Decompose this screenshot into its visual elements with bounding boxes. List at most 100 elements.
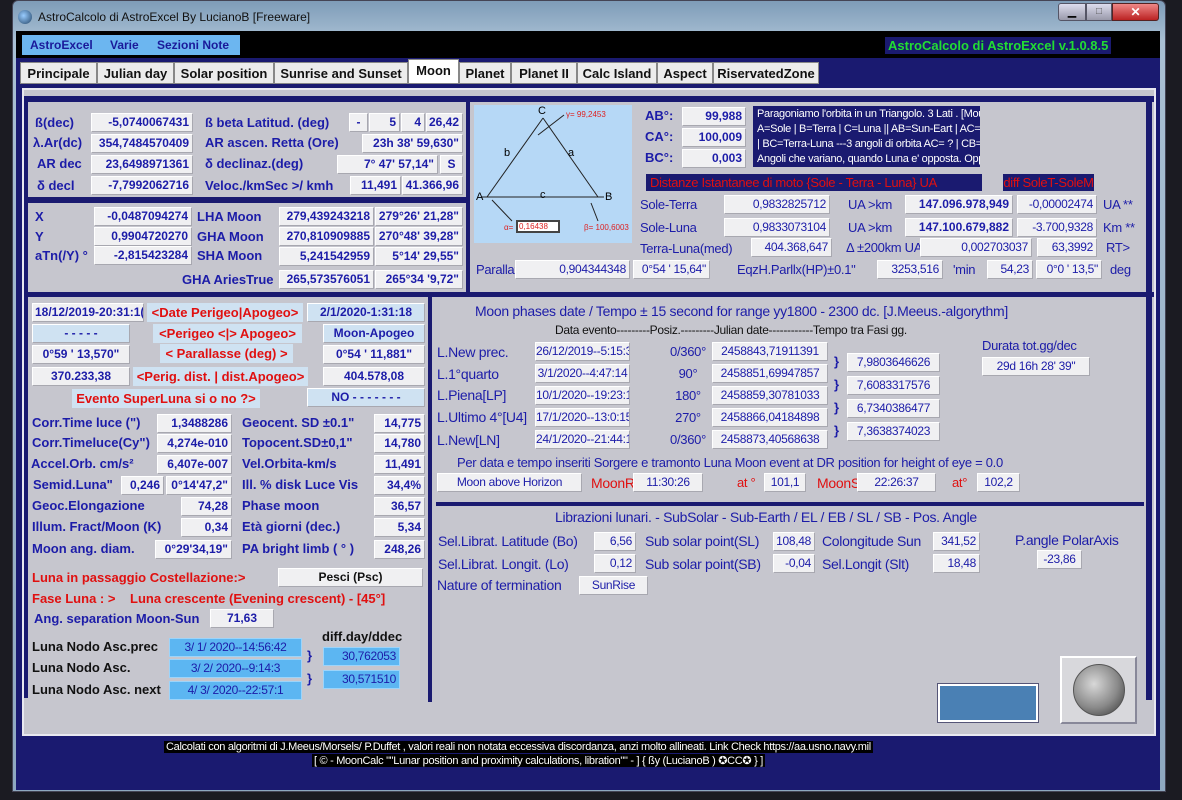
close-button[interactable]: ✕ — [1112, 3, 1159, 21]
triangle-note: Paragoniamo l'orbita in un Triangolo. 3 … — [753, 106, 980, 167]
label-phase-moon: Phase moon — [242, 498, 320, 513]
gamma-value: γ= 99,2453 — [566, 110, 606, 119]
note-line: Paragoniamo l'orbita in un Triangolo. 3 … — [757, 108, 980, 120]
phase-julian-date: 2458866,04184898 — [712, 408, 828, 427]
menu-varie[interactable]: Varie — [110, 38, 139, 52]
label-sub-solar-sb: Sub solar point(SB) — [645, 556, 761, 572]
illum-fract-value: 0,34 — [181, 518, 232, 537]
tab-solar-position[interactable]: Solar position — [174, 62, 274, 84]
phase-date: 10/1/2020--19:23:14 — [535, 386, 630, 405]
sel-longit-value: 18,48 — [933, 554, 980, 573]
side-c-label: c — [540, 189, 546, 201]
diff-km: -3.700,9328 — [1017, 218, 1097, 237]
sub-solar-sb-value: -0,04 — [773, 554, 815, 573]
label-librat-longitude: Sel.Librat. Longit. (Lo) — [438, 556, 569, 572]
eqz-min-value: 54,23 — [987, 260, 1033, 279]
phase-julian-date: 2458851,69947857 — [712, 364, 828, 383]
parallax-dms: 0°54 ' 15,64" — [633, 260, 710, 279]
label-lambda-ar: λ.Ar(dc) — [33, 135, 83, 150]
rt-label: RT> — [1106, 240, 1130, 255]
divider — [1146, 100, 1152, 700]
ca-value: 100,009 — [682, 128, 746, 147]
label-pangle-polar: P.angle PolarAxis — [1015, 532, 1119, 548]
pangle-polar-value: -23,86 — [1037, 550, 1082, 569]
blue-button[interactable] — [937, 683, 1039, 723]
label-accel-orb: Accel.Orb. cm/s² — [31, 456, 134, 471]
label-sole-terra: Sole-Terra — [640, 197, 697, 212]
label-sel-longit: Sel.Longit (Slt) — [822, 556, 910, 572]
ua-unit: UA ** — [1103, 197, 1133, 212]
brace: } — [834, 377, 840, 392]
tab-calc-island[interactable]: Calc Island — [577, 62, 657, 84]
ar-hours-value: 23h 38' 59,630" — [362, 134, 463, 153]
vertex-a: A — [476, 191, 484, 203]
label-perigeo-apogeo: <Perigeo <|> Apogeo> — [153, 324, 302, 343]
beta-lat-deg: 5 — [369, 113, 400, 132]
bc-value: 0,003 — [682, 149, 746, 168]
phases-header: Data evento---------Posiz.---------Julia… — [555, 323, 907, 337]
minimize-button[interactable]: ▁ — [1058, 3, 1086, 21]
delta-ua-value: 0,002703037 — [920, 238, 1032, 257]
label-gha-moon: GHA Moon — [197, 229, 264, 244]
label-beta-latitude: ß beta Latitud. (deg) — [205, 115, 330, 130]
label-min: 'min — [953, 262, 976, 277]
divider — [466, 100, 470, 294]
corr-timeluce-cy-value: 4,274e-010 — [157, 434, 232, 453]
label-librat-latitude: Sel.Librat. Latitude (Bo) — [438, 533, 578, 549]
distance-perigeo: 370.233,38 — [32, 367, 130, 386]
label-colongitude: Colongitude Sun — [822, 533, 922, 549]
ill-disk-value: 34,4% — [374, 476, 425, 495]
orbit-triangle-diagram[interactable]: C A B a b c γ= 99,2453 α= 0,16438 β= 100… — [474, 105, 632, 243]
moonset-time: 22:26:37 — [857, 473, 936, 492]
label-semid-luna: Semid.Luna" — [33, 477, 113, 492]
phase-julian-date: 2458843,71911391 — [712, 342, 828, 361]
note-line: A=Sole | B=Terra | C=Luna || AB=Sun-Eart… — [757, 123, 980, 135]
pa-bright-limb-value: 248,26 — [374, 540, 425, 559]
label-ua-km-2: UA >km — [848, 220, 893, 235]
vel-orbita-value: 11,491 — [374, 455, 425, 474]
divider — [24, 96, 1154, 102]
tab-planet[interactable]: Planet — [459, 62, 511, 84]
side-b — [486, 117, 544, 198]
tab-principale[interactable]: Principale — [20, 62, 97, 84]
semid-luna-dms: 0°14'47,2" — [166, 476, 232, 495]
divider — [428, 296, 432, 702]
atn-value: -2,815423284 — [94, 246, 192, 265]
phase-position: 270° — [675, 410, 701, 425]
km-unit: Km ** — [1103, 220, 1135, 235]
nodo-prec-date: 3/ 1/ 2020--14:56:42 — [169, 638, 302, 657]
menu-sezioni-note[interactable]: Sezioni Note — [157, 38, 229, 52]
moon-icon — [1073, 664, 1125, 716]
label-sole-luna: Sole-Luna — [640, 220, 697, 235]
tab-riservatedzone[interactable]: RiservatedZone — [713, 62, 819, 84]
label-corr-time: Corr.Time luce (") — [32, 415, 141, 430]
moon-button[interactable] — [1060, 656, 1137, 724]
label-topocent-sd: Topocent.SD±0,1" — [242, 435, 353, 450]
label-full-moon: L.Piena[LP] — [437, 387, 507, 403]
apogeo-status: Moon-Apogeo — [323, 324, 425, 343]
brace: } — [834, 354, 840, 369]
menu-astroexcel[interactable]: AstroExcel — [30, 38, 93, 52]
moon-horizon-status: Moon above Horizon — [437, 473, 582, 492]
aries-dms: 265°34 '9,72" — [375, 270, 463, 289]
tab-aspect[interactable]: Aspect — [657, 62, 713, 84]
label-diff-day: diff.day/ddec — [322, 629, 403, 644]
tab-planet-ii[interactable]: Planet II — [511, 62, 577, 84]
diff-ua: -0,00002474 — [1017, 195, 1097, 214]
vertex-b: B — [605, 191, 613, 203]
accel-orb-value: 6,407e-007 — [157, 455, 232, 474]
tab-julian-day[interactable]: Julian day — [97, 62, 174, 84]
ang-separation-value: 71,63 — [210, 609, 274, 628]
tab-sunrise-sunset[interactable]: Sunrise and Sunset — [274, 62, 408, 84]
beta-value: β= 100,6003 — [584, 223, 629, 232]
distances-banner: Distanze Istantanee di moto {Sole - Terr… — [646, 174, 982, 191]
label-at-set: at° — [952, 475, 968, 490]
tab-moon[interactable]: Moon — [408, 59, 459, 84]
aries-decimal: 265,573576051 — [279, 270, 374, 289]
label-beta-dec: ß(dec) — [35, 115, 74, 130]
parallax-apogeo: 0°54 ' 11,881" — [323, 345, 425, 364]
label-geocent-sd: Geocent. SD ±0.1" — [242, 415, 355, 430]
label-corr-timeluce-cy: Corr.Timeluce(Cy") — [32, 435, 150, 450]
phase-date: 24/1/2020--21:44:11 — [535, 430, 630, 449]
maximize-button[interactable]: □ — [1086, 3, 1112, 21]
